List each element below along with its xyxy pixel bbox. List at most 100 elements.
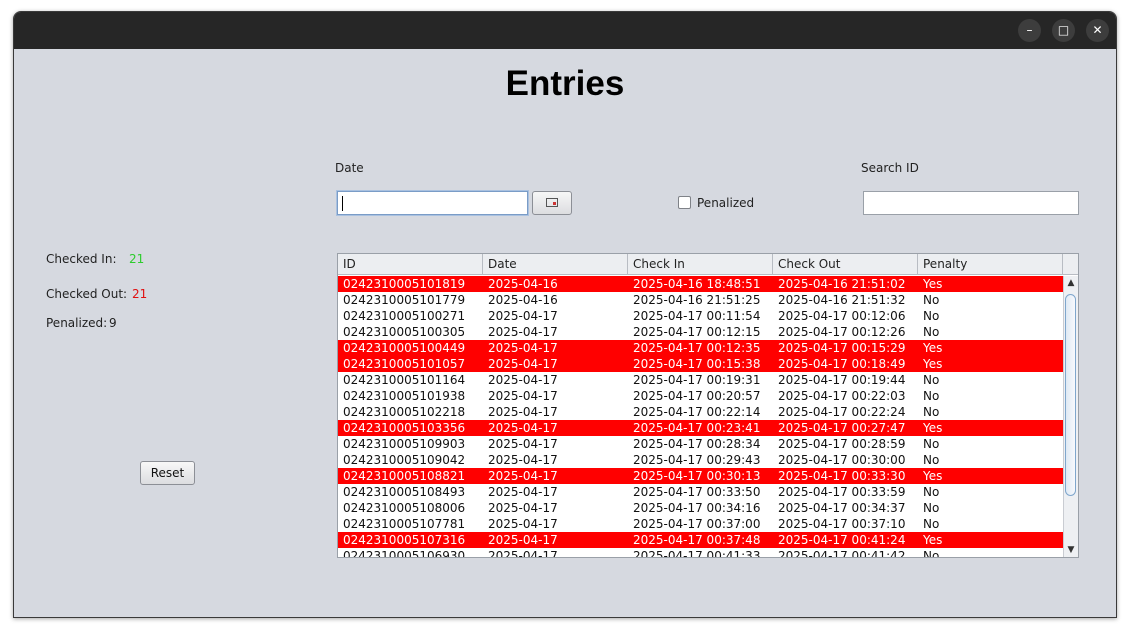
- entries-table: ID Date Check In Check Out Penalty 02423…: [337, 253, 1079, 558]
- cell-date: 2025-04-17: [488, 421, 558, 435]
- table-row[interactable]: 0242310005109903 2025-04-17 2025-04-17 00:…: [338, 436, 1063, 452]
- cell-date: 2025-04-17: [488, 517, 558, 531]
- cell-check-in: 2025-04-17 00:29:43: [633, 453, 761, 467]
- cell-id: 0242310005108493: [343, 485, 466, 499]
- cell-check-out: 2025-04-17 00:19:44: [778, 373, 906, 387]
- column-header-penalty[interactable]: Penalty: [918, 254, 1063, 274]
- cell-check-out: 2025-04-17 00:22:24: [778, 405, 906, 419]
- cell-penalty: No: [923, 549, 940, 557]
- cell-check-out: 2025-04-17 00:27:47: [778, 421, 906, 435]
- cell-id: 0242310005103356: [343, 421, 466, 435]
- cell-date: 2025-04-17: [488, 485, 558, 499]
- cell-date: 2025-04-17: [488, 405, 558, 419]
- table-row[interactable]: 0242310005100305 2025-04-17 2025-04-17 00:…: [338, 324, 1063, 340]
- cell-id: 0242310005108006: [343, 501, 466, 515]
- table-row[interactable]: 0242310005108006 2025-04-17 2025-04-17 00:…: [338, 500, 1063, 516]
- cell-date: 2025-04-17: [488, 325, 558, 339]
- cell-check-in: 2025-04-17 00:23:41: [633, 421, 761, 435]
- cell-check-out: 2025-04-16 21:51:32: [778, 293, 906, 307]
- reset-button[interactable]: Reset: [140, 461, 195, 485]
- table-row[interactable]: 0242310005107781 2025-04-17 2025-04-17 00:…: [338, 516, 1063, 532]
- cell-check-out: 2025-04-17 00:28:59: [778, 437, 906, 451]
- table-row[interactable]: 0242310005106930 2025-04-17 2025-04-17 00:…: [338, 548, 1063, 557]
- cell-check-out: 2025-04-17 00:12:26: [778, 325, 906, 339]
- cell-id: 0242310005101819: [343, 277, 466, 291]
- cell-id: 0242310005100271: [343, 309, 466, 323]
- cell-check-out: 2025-04-17 00:34:37: [778, 501, 906, 515]
- checked-in-label: Checked In:: [46, 252, 117, 266]
- close-button[interactable]: ✕: [1086, 19, 1109, 42]
- scroll-down-icon[interactable]: ▼: [1064, 543, 1078, 557]
- cell-id: 0242310005107781: [343, 517, 466, 531]
- minimize-button[interactable]: –: [1018, 19, 1041, 42]
- penalized-checkbox-label[interactable]: Penalized: [697, 196, 754, 210]
- cell-date: 2025-04-17: [488, 549, 558, 557]
- scroll-up-icon[interactable]: ▲: [1064, 276, 1078, 290]
- maximize-button[interactable]: □: [1052, 19, 1075, 42]
- cell-check-out: 2025-04-17 00:12:06: [778, 309, 906, 323]
- cell-penalty: Yes: [923, 421, 943, 435]
- vertical-scrollbar[interactable]: ▲ ▼: [1063, 276, 1078, 557]
- cell-id: 0242310005106930: [343, 549, 466, 557]
- cell-check-in: 2025-04-16 18:48:51: [633, 277, 761, 291]
- cell-id: 0242310005109903: [343, 437, 466, 451]
- column-header-id[interactable]: ID: [338, 254, 483, 274]
- table-row[interactable]: 0242310005108821 2025-04-17 2025-04-17 00:…: [338, 468, 1063, 484]
- search-id-field[interactable]: [863, 191, 1079, 215]
- table-row[interactable]: 0242310005108493 2025-04-17 2025-04-17 00:…: [338, 484, 1063, 500]
- table-row[interactable]: 0242310005109042 2025-04-17 2025-04-17 00:…: [338, 452, 1063, 468]
- date-picker-button[interactable]: [532, 191, 572, 215]
- cell-id: 0242310005101779: [343, 293, 466, 307]
- cell-penalty: No: [923, 485, 940, 499]
- table-row[interactable]: 0242310005101164 2025-04-17 2025-04-17 00:…: [338, 372, 1063, 388]
- cell-check-in: 2025-04-16 21:51:25: [633, 293, 761, 307]
- cell-check-out: 2025-04-17 00:15:29: [778, 341, 906, 355]
- cell-id: 0242310005100449: [343, 341, 466, 355]
- cell-check-out: 2025-04-17 00:22:03: [778, 389, 906, 403]
- scrollbar-thumb[interactable]: [1065, 294, 1076, 496]
- column-header-check-in[interactable]: Check In: [628, 254, 773, 274]
- table-row[interactable]: 0242310005100271 2025-04-17 2025-04-17 00:…: [338, 308, 1063, 324]
- cell-check-in: 2025-04-17 00:30:13: [633, 469, 761, 483]
- page-title: Entries: [505, 64, 625, 103]
- cell-date: 2025-04-17: [488, 389, 558, 403]
- checked-out-count: 21: [132, 287, 148, 301]
- table-row[interactable]: 0242310005100449 2025-04-17 2025-04-17 00:…: [338, 340, 1063, 356]
- column-header-date[interactable]: Date: [483, 254, 628, 274]
- cell-check-in: 2025-04-17 00:20:57: [633, 389, 761, 403]
- cell-check-in: 2025-04-17 00:15:38: [633, 357, 761, 371]
- date-field[interactable]: [337, 191, 528, 215]
- close-icon: ✕: [1092, 23, 1103, 37]
- cell-id: 0242310005101164: [343, 373, 466, 387]
- cell-penalty: No: [923, 501, 940, 515]
- cell-id: 0242310005101938: [343, 389, 466, 403]
- cell-check-out: 2025-04-17 00:41:42: [778, 549, 906, 557]
- cell-date: 2025-04-17: [488, 341, 558, 355]
- search-id-label: Search ID: [861, 161, 919, 175]
- cell-check-out: 2025-04-17 00:33:30: [778, 469, 906, 483]
- checked-out-label: Checked Out:: [46, 287, 128, 301]
- cell-check-in: 2025-04-17 00:22:14: [633, 405, 761, 419]
- title-bar: – □ ✕: [14, 12, 1116, 49]
- cell-date: 2025-04-17: [488, 533, 558, 547]
- table-row[interactable]: 0242310005102218 2025-04-17 2025-04-17 00:…: [338, 404, 1063, 420]
- table-row[interactable]: 0242310005101938 2025-04-17 2025-04-17 00:…: [338, 388, 1063, 404]
- cell-id: 0242310005100305: [343, 325, 466, 339]
- table-row[interactable]: 0242310005101819 2025-04-16 2025-04-16 18:…: [338, 276, 1063, 292]
- table-row[interactable]: 0242310005103356 2025-04-17 2025-04-17 00:…: [338, 420, 1063, 436]
- cell-check-out: 2025-04-16 21:51:02: [778, 277, 906, 291]
- cell-check-in: 2025-04-17 00:33:50: [633, 485, 761, 499]
- cell-check-in: 2025-04-17 00:37:00: [633, 517, 761, 531]
- penalized-checkbox[interactable]: [678, 196, 691, 209]
- table-row[interactable]: 0242310005101057 2025-04-17 2025-04-17 00:…: [338, 356, 1063, 372]
- table-header: ID Date Check In Check Out Penalty: [338, 254, 1078, 275]
- cell-date: 2025-04-17: [488, 501, 558, 515]
- table-row[interactable]: 0242310005101779 2025-04-16 2025-04-16 21:…: [338, 292, 1063, 308]
- cell-penalty: Yes: [923, 533, 943, 547]
- column-header-check-out[interactable]: Check Out: [773, 254, 918, 274]
- cell-check-out: 2025-04-17 00:41:24: [778, 533, 906, 547]
- penalized-count: 9: [109, 316, 117, 330]
- table-row[interactable]: 0242310005107316 2025-04-17 2025-04-17 00:…: [338, 532, 1063, 548]
- cell-check-in: 2025-04-17 00:11:54: [633, 309, 761, 323]
- cell-penalty: No: [923, 517, 940, 531]
